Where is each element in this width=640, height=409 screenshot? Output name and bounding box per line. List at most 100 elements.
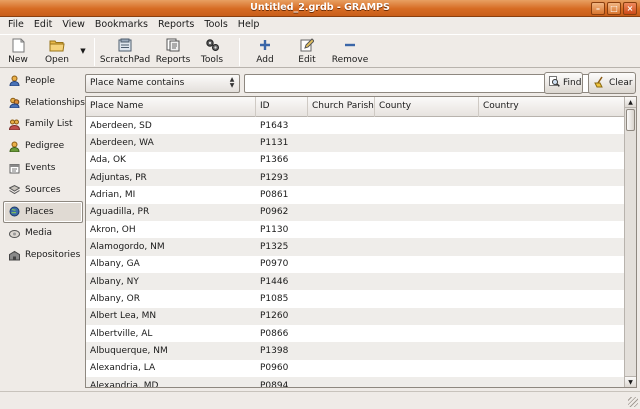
table-cell: P1446 — [260, 276, 289, 287]
table-cell: P1643 — [260, 120, 289, 131]
sidebar-item-label: Places — [25, 206, 54, 217]
table-cell: Aguadilla, PR — [90, 207, 150, 218]
table-cell: Albert Lea, MN — [90, 311, 157, 322]
scratchpad-label: ScratchPad — [99, 55, 151, 65]
sidebar-item-pedigree[interactable]: Pedigree — [3, 135, 83, 157]
column-header-place-name[interactable]: Place Name — [86, 97, 256, 117]
add-button[interactable]: Add — [246, 35, 284, 67]
minimize-icon[interactable]: – — [591, 2, 605, 15]
table-row[interactable]: Alexandria, MD P0894 — [86, 377, 625, 387]
folder-icon — [49, 38, 65, 52]
menu-file[interactable]: File — [3, 17, 29, 33]
sidebar-item-events[interactable]: Events — [3, 157, 83, 179]
table-row[interactable]: Alamogordo, NM P1325 — [86, 238, 625, 256]
sidebar-item-family-list[interactable]: Family List — [3, 114, 83, 136]
table-cell: P0970 — [260, 259, 289, 270]
open-label: Open — [44, 55, 70, 65]
scroll-down-icon[interactable]: ▼ — [625, 376, 636, 387]
table-row[interactable]: Aguadilla, PR P0962 — [86, 203, 625, 222]
menu-bar: File Edit View Bookmarks Reports Tools H… — [0, 17, 640, 33]
people-icon — [9, 75, 20, 87]
scroll-up-icon[interactable]: ▲ — [625, 97, 636, 108]
table-cell: Aberdeen, SD — [90, 120, 152, 131]
table-cell: P0861 — [260, 190, 289, 201]
table-cell: Albany, OR — [90, 294, 140, 305]
add-label: Add — [256, 55, 274, 65]
media-icon — [9, 228, 20, 239]
sidebar-item-sources[interactable]: Sources — [3, 179, 83, 201]
window-title: Untitled_2.grdb - GRAMPS — [250, 2, 390, 13]
column-header-country[interactable]: Country — [479, 97, 625, 117]
filter-type-select[interactable]: Place Name contains ▲ ▼ — [85, 74, 240, 93]
table-row[interactable]: Albany, NY P1446 — [86, 273, 625, 291]
status-bar — [0, 391, 640, 409]
menu-view[interactable]: View — [57, 17, 90, 33]
relationships-icon — [9, 97, 20, 109]
menu-tools[interactable]: Tools — [199, 17, 232, 33]
table-row[interactable]: Adrian, MI P0861 — [86, 186, 625, 203]
table-cell: P1398 — [260, 346, 289, 357]
menu-reports[interactable]: Reports — [153, 17, 199, 33]
clear-label: Clear — [609, 78, 633, 88]
table-row[interactable]: Albany, OR P1085 — [86, 290, 625, 307]
vertical-scrollbar[interactable]: ▲ ▼ — [624, 97, 636, 387]
table-cell: Aberdeen, WA — [90, 138, 154, 149]
column-header-church-parish[interactable]: Church Parish — [308, 97, 375, 117]
table-row[interactable]: Aberdeen, WA P1131 — [86, 134, 625, 152]
sidebar-item-label: Events — [25, 163, 56, 174]
table-row[interactable]: Albany, GA P0970 — [86, 256, 625, 273]
table-cell: P0894 — [260, 380, 289, 387]
table-cell: Albany, NY — [90, 276, 139, 287]
tools-button[interactable]: Tools — [193, 35, 231, 67]
filter-type-value: Place Name contains — [90, 78, 185, 88]
table-row[interactable]: Albertville, AL P0866 — [86, 325, 625, 342]
plus-icon — [257, 38, 273, 52]
table-cell: Ada, OK — [90, 155, 126, 166]
scrollbar-thumb[interactable] — [626, 109, 635, 131]
table-row[interactable]: Ada, OK P1366 — [86, 152, 625, 169]
sidebar-item-label: Relationships — [25, 97, 85, 108]
column-header-id[interactable]: ID — [256, 97, 308, 117]
table-cell: P1131 — [260, 138, 289, 149]
sidebar-item-label: Pedigree — [25, 141, 65, 152]
open-recent-chevron-down-icon[interactable]: ▼ — [78, 35, 88, 67]
reports-button[interactable]: Reports — [153, 35, 193, 67]
spin-arrows-icon: ▲ ▼ — [229, 76, 235, 89]
open-button[interactable]: Open — [36, 35, 78, 67]
sidebar-item-label: Repositories — [25, 250, 81, 261]
minus-icon — [342, 38, 358, 52]
sidebar-item-label: Family List — [25, 119, 73, 130]
sidebar-item-repositories[interactable]: Repositories — [3, 244, 83, 266]
sidebar-item-people[interactable]: People — [3, 70, 83, 92]
edit-label: Edit — [298, 55, 316, 65]
sidebar-item-media[interactable]: Media — [3, 223, 83, 245]
sidebar-item-label: Media — [25, 228, 53, 239]
resize-grip-icon[interactable] — [628, 397, 638, 407]
table-row[interactable]: Alexandria, LA P0960 — [86, 360, 625, 377]
column-header-county[interactable]: County — [375, 97, 479, 117]
reports-label: Reports — [155, 55, 191, 65]
table-row[interactable]: Aberdeen, SD P1643 — [86, 117, 625, 134]
menu-help[interactable]: Help — [233, 17, 265, 33]
new-label: New — [8, 55, 28, 65]
find-button[interactable]: Find — [544, 72, 583, 94]
maximize-icon[interactable]: □ — [607, 2, 621, 15]
table-row[interactable]: Akron, OH P1130 — [86, 221, 625, 238]
new-button[interactable]: New — [0, 35, 36, 67]
table-cell: P0866 — [260, 328, 289, 339]
clear-button[interactable]: Clear — [588, 72, 636, 94]
remove-button[interactable]: Remove — [330, 35, 370, 67]
edit-button[interactable]: Edit — [284, 35, 330, 67]
menu-bookmarks[interactable]: Bookmarks — [90, 17, 153, 33]
table-row[interactable]: Albuquerque, NM P1398 — [86, 342, 625, 360]
close-icon[interactable]: × — [623, 2, 637, 15]
table-cell: Akron, OH — [90, 224, 136, 235]
table-row[interactable]: Adjuntas, PR P1293 — [86, 169, 625, 187]
sidebar-item-places[interactable]: Places — [3, 200, 83, 223]
edit-pencil-icon — [299, 38, 315, 52]
menu-edit[interactable]: Edit — [29, 17, 57, 33]
table-row[interactable]: Albert Lea, MN P1260 — [86, 307, 625, 326]
sidebar-item-relationships[interactable]: Relationships — [3, 92, 85, 114]
sidebar: People Relationships Family List Pedigre… — [3, 70, 85, 390]
scratchpad-button[interactable]: ScratchPad — [97, 35, 153, 67]
